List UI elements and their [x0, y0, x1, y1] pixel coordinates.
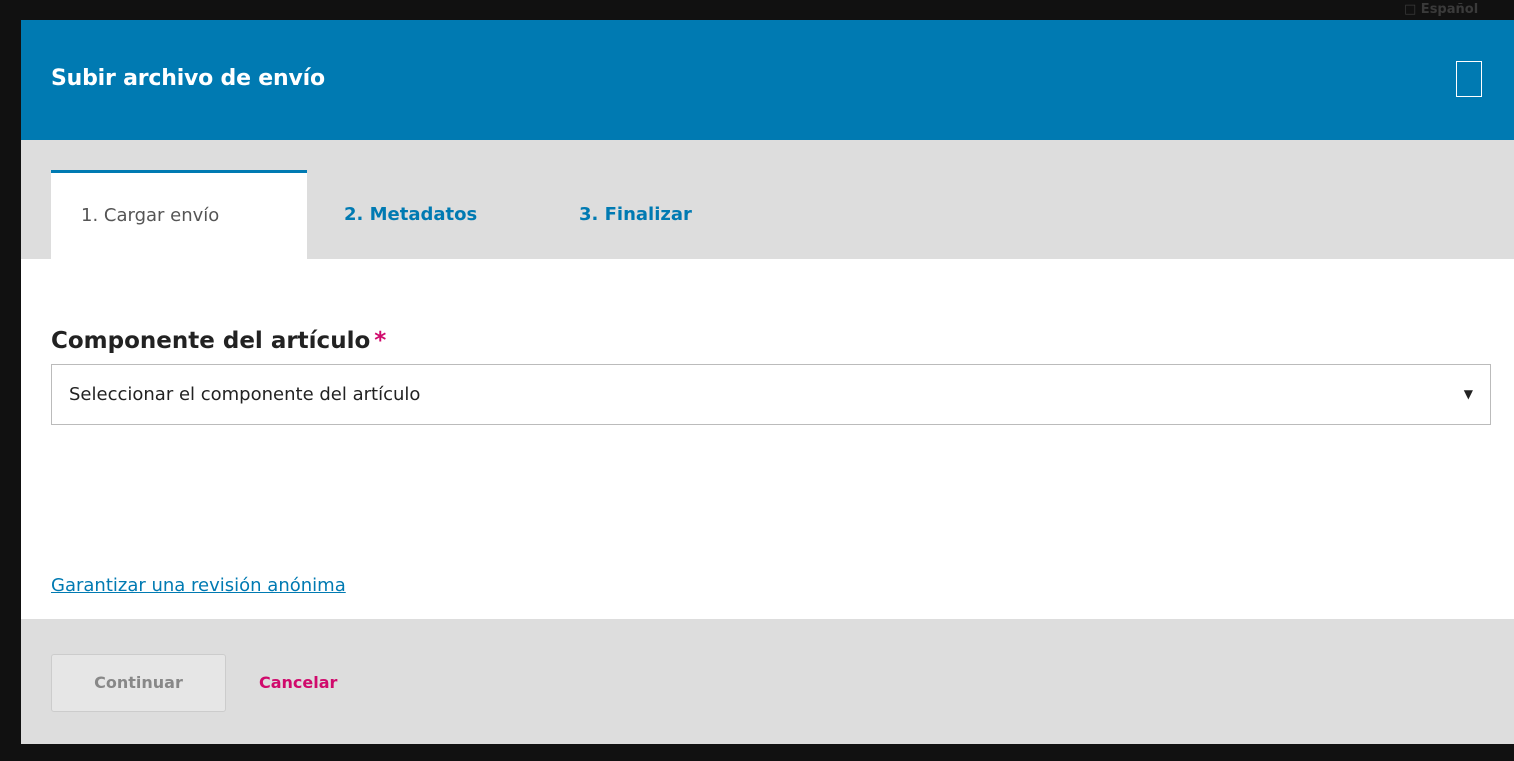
component-label-text: Componente del artículo [51, 328, 371, 354]
required-marker: * [374, 328, 387, 354]
anonymous-review-link[interactable]: Garantizar una revisión anónima [51, 575, 346, 596]
dropdown-arrow-icon: ▼ [1463, 387, 1473, 401]
modal-footer: Continuar Cancelar [21, 619, 1514, 744]
component-field-label: Componente del artículo * [51, 326, 386, 356]
cancel-button[interactable]: Cancelar [259, 654, 337, 712]
tab-upload[interactable]: 1. Cargar envío [51, 170, 307, 259]
tab-metadata[interactable]: 2. Metadatos [344, 170, 477, 259]
continue-button[interactable]: Continuar [51, 654, 226, 712]
component-select-value: Seleccionar el componente del artículo [69, 384, 421, 405]
tab-finish[interactable]: 3. Finalizar [579, 170, 692, 259]
modal-header: Subir archivo de envío [21, 20, 1514, 140]
upload-modal: Subir archivo de envío 1. Cargar envío 2… [21, 20, 1514, 744]
background-language-link: □ Español [1404, 2, 1479, 17]
close-icon[interactable] [1456, 61, 1482, 97]
modal-title: Subir archivo de envío [51, 66, 325, 91]
component-select[interactable]: Seleccionar el componente del artículo ▼ [51, 364, 1491, 425]
wizard-tabs: 1. Cargar envío 2. Metadatos 3. Finaliza… [21, 140, 1514, 259]
